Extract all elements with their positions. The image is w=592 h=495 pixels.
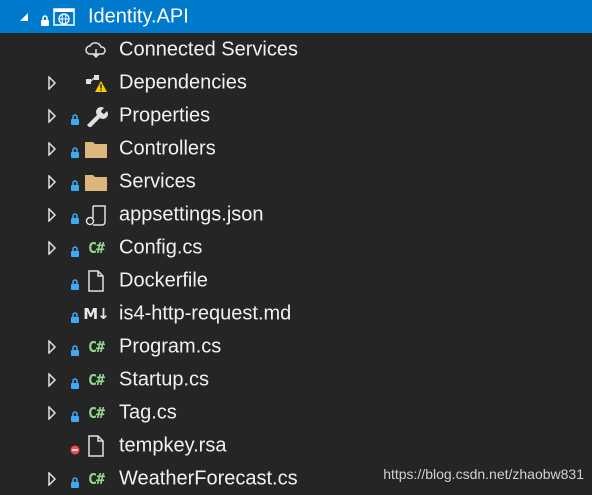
tree-item-services[interactable]: Services: [0, 165, 592, 198]
collapsed-arrow-icon[interactable]: [46, 372, 58, 387]
project-label: Identity.API: [88, 5, 189, 27]
tree-item-label: Connected Services: [119, 38, 298, 60]
tree-item-appsettings-json[interactable]: appsettings.json: [0, 198, 592, 231]
expanded-arrow-icon[interactable]: [18, 10, 30, 24]
lock-icon: [70, 277, 80, 290]
csharp-icon: C#: [87, 469, 105, 488]
tree-item-label: Tag.cs: [119, 401, 177, 423]
tree-item-label: Controllers: [119, 137, 216, 159]
lock-icon: [40, 13, 50, 26]
json-file-icon: [84, 204, 108, 226]
collapsed-arrow-icon[interactable]: [46, 108, 58, 123]
project-node-identity-api[interactable]: Identity.API: [0, 0, 592, 33]
folder-icon: [84, 171, 108, 193]
tree-item-label: Dockerfile: [119, 269, 208, 291]
tree-item-program-cs[interactable]: C# Program.cs: [0, 330, 592, 363]
dependencies-warning-icon: [84, 72, 108, 94]
tree-item-label: WeatherForecast.cs: [119, 467, 298, 489]
web-project-icon: [52, 6, 76, 28]
tree-item-controllers[interactable]: Controllers: [0, 132, 592, 165]
collapsed-arrow-icon[interactable]: [46, 405, 58, 420]
tree-item-config-cs[interactable]: C# Config.cs: [0, 231, 592, 264]
tree-item-properties[interactable]: Properties: [0, 99, 592, 132]
lock-icon: [70, 211, 80, 224]
tree-item-is4-http-request-md[interactable]: M↓ is4-http-request.md: [0, 297, 592, 330]
csharp-icon: C#: [87, 337, 105, 356]
watermark-url: https://blog.csdn.net/zhaobw831: [383, 466, 584, 482]
tree-item-label: is4-http-request.md: [119, 302, 292, 324]
collapsed-arrow-icon[interactable]: [46, 207, 58, 222]
collapsed-arrow-icon[interactable]: [46, 141, 58, 156]
csharp-icon: C#: [87, 238, 105, 257]
tree-item-label: Properties: [119, 104, 211, 126]
tree-item-dockerfile[interactable]: Dockerfile: [0, 264, 592, 297]
folder-icon: [84, 138, 108, 160]
lock-icon: [70, 409, 80, 422]
file-icon: [84, 434, 108, 457]
lock-icon: [70, 310, 80, 323]
tree-item-tempkey-rsa[interactable]: tempkey.rsa: [0, 429, 592, 462]
lock-icon: [70, 475, 80, 488]
tree-item-label: appsettings.json: [119, 203, 264, 225]
lock-icon: [70, 112, 80, 125]
lock-icon: [70, 145, 80, 158]
markdown-icon: M↓: [83, 304, 110, 323]
collapsed-arrow-icon[interactable]: [46, 471, 58, 486]
tree-item-label: Program.cs: [119, 335, 222, 357]
tree-item-label: tempkey.rsa: [119, 434, 227, 456]
tree-item-label: Dependencies: [119, 71, 247, 93]
tree-item-dependencies[interactable]: Dependencies: [0, 66, 592, 99]
tree-item-label: Services: [119, 170, 196, 192]
lock-icon: [70, 376, 80, 389]
tree-item-startup-cs[interactable]: C# Startup.cs: [0, 363, 592, 396]
lock-icon: [70, 178, 80, 191]
cloud-connected-icon: [84, 39, 108, 61]
collapsed-arrow-icon[interactable]: [46, 75, 58, 90]
collapsed-arrow-icon[interactable]: [46, 174, 58, 189]
collapsed-arrow-icon[interactable]: [46, 339, 58, 354]
csharp-icon: C#: [87, 403, 105, 422]
tree-item-label: Config.cs: [119, 236, 203, 258]
wrench-icon: [84, 105, 108, 127]
tree-item-label: Startup.cs: [119, 368, 210, 390]
excluded-icon: [70, 442, 80, 454]
file-icon: [84, 269, 108, 292]
tree-item-tag-cs[interactable]: C# Tag.cs: [0, 396, 592, 429]
lock-icon: [70, 343, 80, 356]
collapsed-arrow-icon[interactable]: [46, 240, 58, 255]
lock-icon: [70, 244, 80, 257]
csharp-icon: C#: [87, 370, 105, 389]
solution-explorer-tree: Identity.API Connected Services Dependen…: [0, 0, 592, 495]
tree-item-connected-services[interactable]: Connected Services: [0, 33, 592, 66]
